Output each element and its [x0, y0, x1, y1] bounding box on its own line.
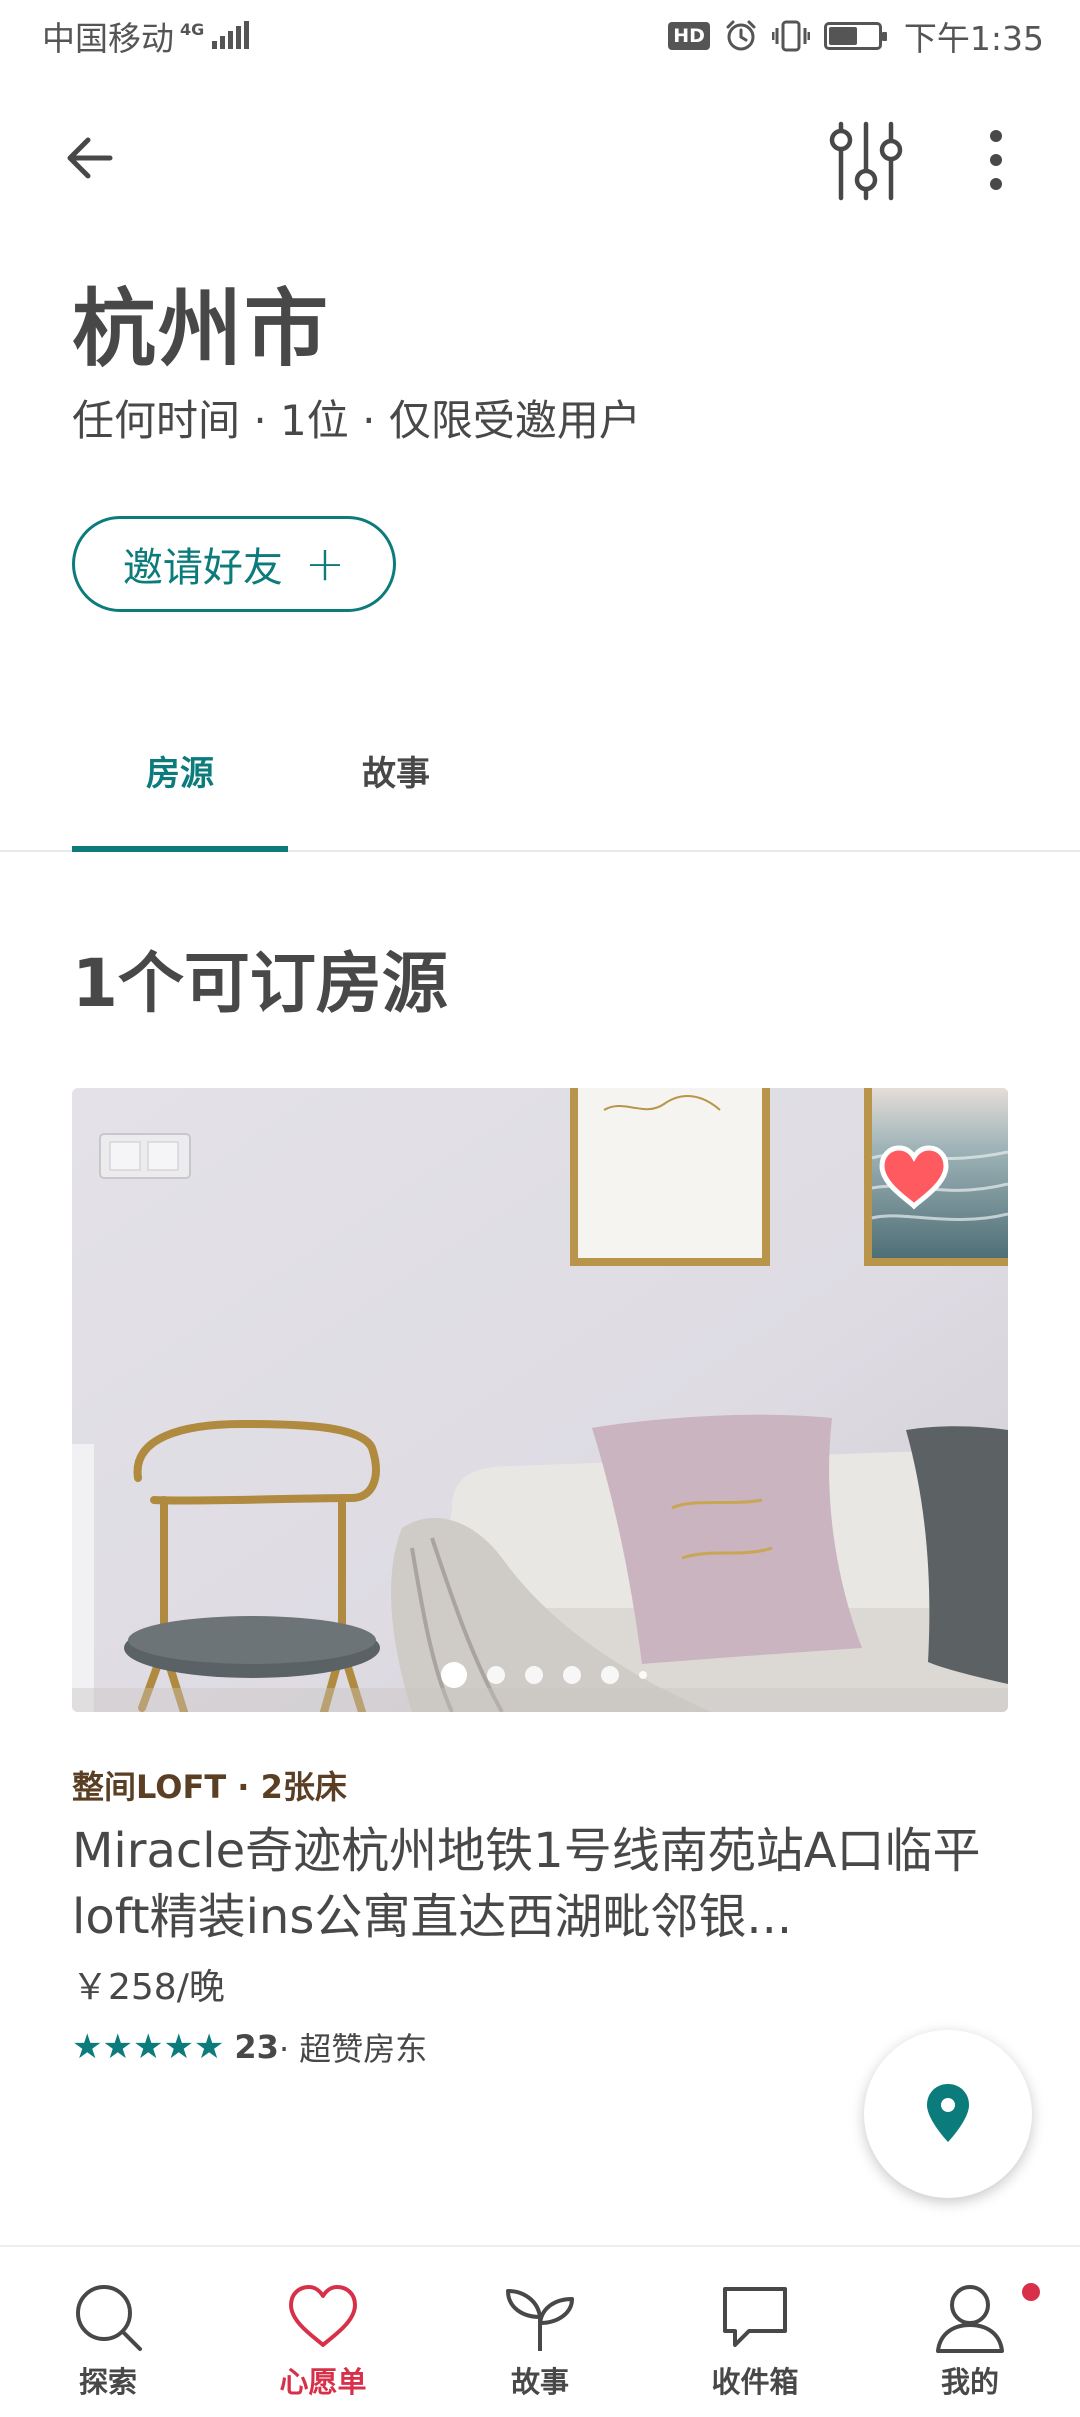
battery-icon [823, 22, 887, 50]
page-title: 杭州市 [72, 280, 331, 378]
nav-label: 心愿单 [279, 2365, 367, 2399]
back-button[interactable] [60, 122, 140, 202]
profile-icon [936, 2285, 1004, 2353]
pagination-dot[interactable] [525, 1666, 543, 1684]
search-icon [76, 2285, 142, 2351]
pagination-dot[interactable] [487, 1666, 505, 1684]
signal-icon [212, 21, 250, 49]
carrier-name: 中国移动 [42, 19, 174, 58]
heart-icon [289, 2285, 357, 2347]
toolbar [0, 110, 1080, 202]
nav-label: 故事 [510, 2365, 569, 2399]
review-count: 23 [234, 2028, 279, 2066]
map-button[interactable] [864, 2030, 1032, 2198]
sliders-icon [829, 121, 903, 201]
clock: 下午1:35 [903, 19, 1044, 58]
heart-icon[interactable] [878, 1144, 950, 1210]
nav-label: 探索 [78, 2365, 137, 2399]
nav-wishlist[interactable]: 心愿单 [233, 2247, 413, 2417]
listing-rating: ★★★★★ 23 · 超赞房东 [72, 2024, 427, 2070]
nav-label: 我的 [940, 2365, 999, 2399]
status-left: 中国移动 4G [42, 12, 250, 60]
network-type: 4G [180, 20, 205, 39]
tab-indicator [72, 846, 288, 852]
pagination-dot[interactable] [601, 1666, 619, 1684]
notification-badge [1022, 2283, 1040, 2301]
host-badge: · 超赞房东 [278, 2030, 428, 2068]
status-bar: 中国移动 4G HD 下午1:35 [0, 0, 1080, 72]
listing-type: 整间LOFT · 2张床 [72, 1768, 347, 1806]
tab-listings[interactable]: 房源 [72, 746, 288, 795]
vibrate-icon [771, 20, 810, 52]
wishlist-subtitle: 任何时间 · 1位 · 仅限受邀用户 [72, 396, 641, 445]
more-vertical-icon [990, 130, 1002, 190]
sprout-icon [506, 2289, 574, 2351]
plus-icon: + [304, 536, 346, 592]
photo-pagination [441, 1662, 647, 1688]
room-photo [72, 1088, 1008, 1712]
chat-icon [723, 2287, 787, 2347]
status-right: HD 下午1:35 [668, 12, 1044, 60]
section-title: 1个可订房源 [72, 945, 448, 1022]
pagination-dot[interactable] [441, 1662, 467, 1688]
nav-profile[interactable]: 我的 [880, 2247, 1060, 2417]
listing-price: ￥258/晚 [72, 1967, 225, 2008]
nav-label: 收件箱 [711, 2365, 799, 2399]
invite-label: 邀请好友 [122, 545, 283, 591]
invite-friends-button[interactable]: 邀请好友 + [72, 516, 396, 612]
alarm-icon [726, 20, 756, 51]
nav-explore[interactable]: 探索 [18, 2247, 198, 2417]
tab-bar: 房源 故事 [0, 700, 1080, 852]
bottom-navigation: 探索 心愿单 故事 收件箱 我的 [0, 2245, 1080, 2417]
nav-inbox[interactable]: 收件箱 [665, 2247, 845, 2417]
filter-button[interactable] [826, 118, 906, 204]
listing-photo[interactable] [72, 1088, 1008, 1712]
listing-title[interactable]: Miracle奇迹杭州地铁1号线南苑站A口临平loft精装ins公寓直达西湖毗邻… [72, 1818, 1002, 1950]
nav-stories[interactable]: 故事 [450, 2247, 630, 2417]
map-pin-icon [927, 2084, 969, 2142]
star-rating-icon: ★★★★★ [72, 2027, 225, 2067]
pagination-dot[interactable] [563, 1666, 581, 1684]
arrow-left-icon [67, 137, 113, 179]
hd-badge: HD [668, 22, 710, 50]
pagination-dot[interactable] [639, 1671, 647, 1679]
tab-stories[interactable]: 故事 [288, 746, 504, 795]
more-options-button[interactable] [966, 120, 1026, 200]
